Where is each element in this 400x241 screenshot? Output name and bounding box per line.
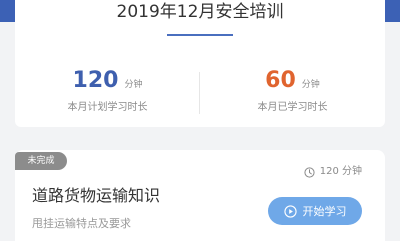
summary-title: 2019年12月安全培训 <box>116 2 284 22</box>
planned-time-value: 120 <box>72 68 119 93</box>
planned-time-stat: 120 分钟 本月计划学习时长 <box>15 66 200 115</box>
planned-time-value-line: 120 分钟 <box>15 66 200 96</box>
status-badge: 未完成 <box>15 152 67 170</box>
course-card[interactable]: 未完成 120 分钟 道路货物运输知识 甩挂运输特点及要求 开始学习 <box>15 150 385 241</box>
studied-time-value: 60 <box>265 68 296 93</box>
course-duration-text: 120 分钟 <box>319 166 362 177</box>
monthly-summary-card: 2019年12月安全培训 120 分钟 本月计划学习时长 60 分钟 本月已学习时长 <box>15 0 385 127</box>
play-icon <box>283 204 297 218</box>
studied-time-unit: 分钟 <box>301 80 320 90</box>
planned-time-label: 本月计划学习时长 <box>67 102 148 113</box>
start-learning-label: 开始学习 <box>302 205 347 218</box>
course-duration: 120 分钟 <box>304 164 362 180</box>
studied-time-value-line: 60 分钟 <box>200 66 385 96</box>
course-description: 甩挂运输特点及要求 <box>32 217 131 230</box>
planned-time-unit: 分钟 <box>124 80 143 90</box>
clock-icon <box>304 166 315 178</box>
title-underline <box>167 34 233 36</box>
studied-time-label: 本月已学习时长 <box>257 102 328 113</box>
training-page: 2019年12月安全培训 120 分钟 本月计划学习时长 60 分钟 本月已学习时长… <box>0 0 400 241</box>
course-title: 道路货物运输知识 <box>32 186 161 205</box>
studied-time-stat: 60 分钟 本月已学习时长 <box>200 66 385 115</box>
start-learning-button[interactable]: 开始学习 <box>268 197 362 225</box>
